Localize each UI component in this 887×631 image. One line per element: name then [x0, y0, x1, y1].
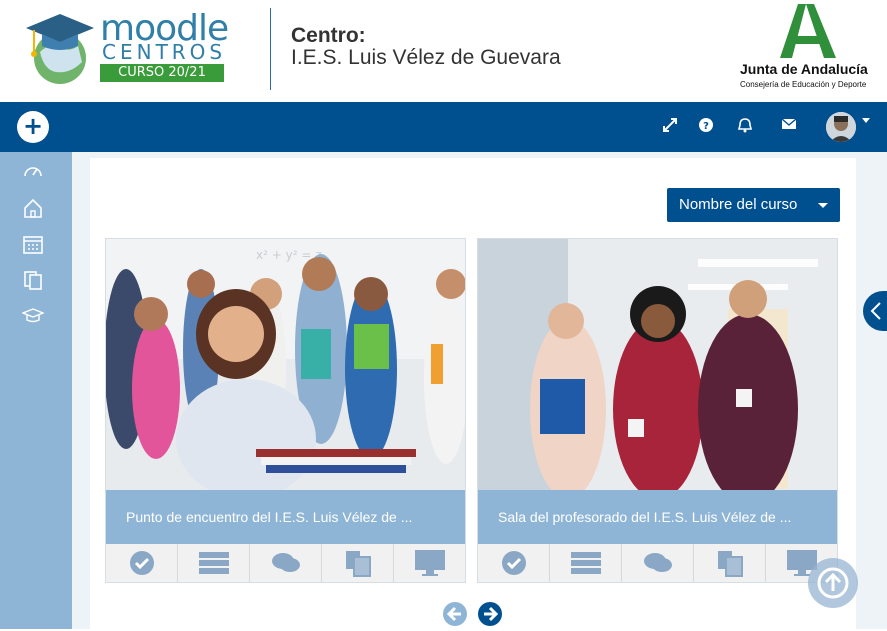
centro-name: I.E.S. Luis Vélez de Guevara	[291, 46, 561, 69]
chevron-left-icon	[870, 302, 881, 320]
sort-courses-label: Nombre del curso	[679, 196, 798, 213]
course-card[interactable]: x² + y² = z Punto de encuentro del I.E.S…	[105, 238, 466, 583]
logo-centros-text: CENTROS	[102, 40, 227, 64]
check-icon[interactable]	[478, 544, 550, 582]
envelope-icon[interactable]	[779, 117, 799, 137]
list-icon[interactable]	[178, 544, 250, 582]
left-sidebar	[0, 152, 72, 629]
svg-text:?: ?	[703, 121, 709, 132]
files-icon[interactable]	[22, 269, 44, 291]
next-page-button[interactable]	[477, 601, 503, 627]
centro-label: Centro:	[291, 24, 366, 47]
home-icon[interactable]	[22, 197, 44, 219]
junta-andalucia-emblem-icon	[780, 4, 836, 58]
junta-name: Junta de Andalucía	[740, 61, 868, 77]
top-navbar: + ?	[0, 102, 887, 152]
user-avatar[interactable]	[826, 112, 856, 142]
course-image[interactable]: x² + y² = z	[106, 239, 465, 490]
graduation-cap-globe-icon	[26, 14, 94, 84]
comments-icon[interactable]	[250, 544, 322, 582]
course-image[interactable]	[478, 239, 837, 490]
check-icon[interactable]	[106, 544, 178, 582]
previous-page-button[interactable]	[442, 601, 468, 627]
arrow-left-icon	[443, 602, 467, 626]
desktop-icon[interactable]	[394, 544, 465, 582]
copy-icon[interactable]	[322, 544, 394, 582]
copy-icon[interactable]	[694, 544, 766, 582]
course-title[interactable]: Punto de encuentro del I.E.S. Luis Vélez…	[106, 490, 465, 544]
sort-courses-dropdown[interactable]: Nombre del curso	[667, 188, 840, 222]
course-card[interactable]: Sala del profesorado del I.E.S. Luis Vél…	[477, 238, 838, 583]
graduation-cap-icon[interactable]	[21, 305, 45, 327]
bell-icon[interactable]	[735, 117, 755, 137]
junta-subtitle: Consejería de Educación y Deporte	[740, 80, 867, 89]
fullscreen-icon[interactable]	[660, 117, 680, 137]
add-block-button[interactable]: +	[17, 111, 49, 143]
user-menu-caret-icon[interactable]	[862, 118, 870, 123]
arrow-right-icon	[478, 602, 502, 626]
header-divider	[270, 8, 271, 90]
dashboard-icon[interactable]	[22, 161, 44, 183]
moodle-centros-logo[interactable]: moodle CENTROS CURSO 20/21	[22, 8, 232, 88]
arrow-up-icon	[817, 567, 849, 599]
course-title[interactable]: Sala del profesorado del I.E.S. Luis Vél…	[478, 490, 837, 544]
logo-course-year: CURSO 20/21	[100, 64, 224, 82]
junta-andalucia-logo: Junta de Andalucía Consejería de Educaci…	[740, 4, 875, 96]
scroll-to-top-button[interactable]	[808, 558, 858, 608]
comments-icon[interactable]	[622, 544, 694, 582]
page-header: moodle CENTROS CURSO 20/21 Centro: I.E.S…	[0, 0, 887, 102]
help-icon[interactable]: ?	[696, 117, 716, 137]
course-actions-bar	[106, 544, 465, 582]
list-icon[interactable]	[550, 544, 622, 582]
calendar-icon[interactable]	[22, 233, 44, 255]
chevron-down-icon	[818, 203, 828, 208]
course-actions-bar	[478, 544, 837, 582]
